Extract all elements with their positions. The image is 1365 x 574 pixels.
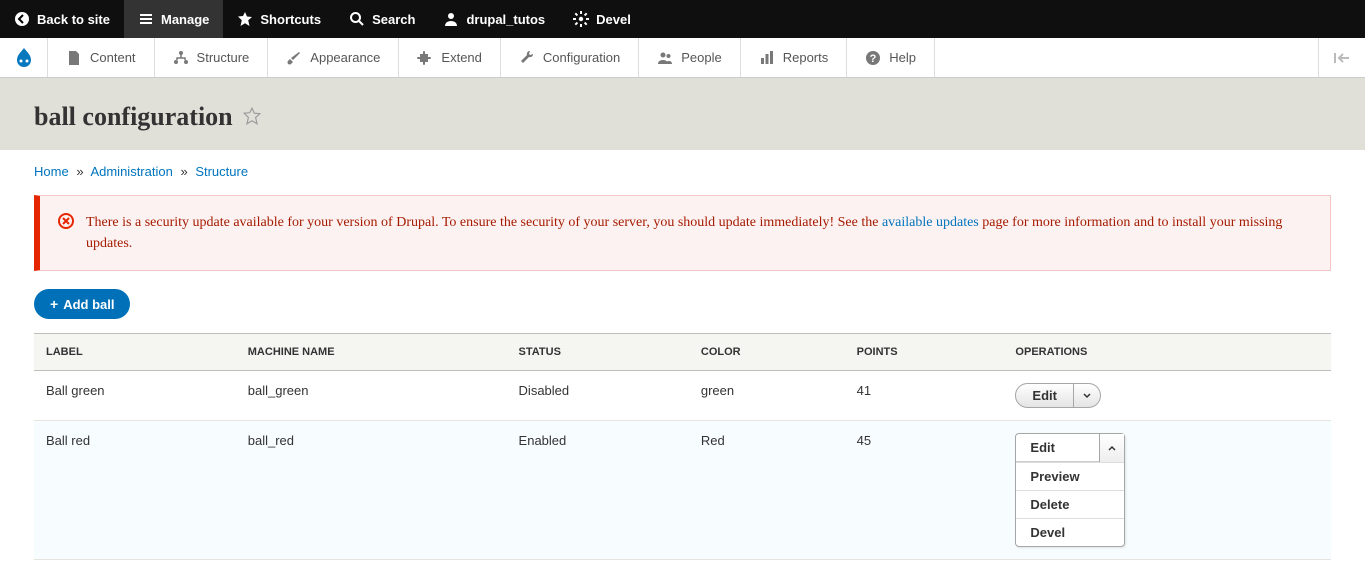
search-label: Search xyxy=(372,12,415,27)
back-icon xyxy=(14,11,30,27)
menu-content[interactable]: Content xyxy=(48,38,155,77)
alert-text: There is a security update available for… xyxy=(86,212,1312,254)
orientation-toggle[interactable] xyxy=(1318,38,1365,77)
devel-menu[interactable]: Devel xyxy=(559,0,645,38)
help-icon: ? xyxy=(865,50,881,66)
star-icon xyxy=(237,11,253,27)
col-label: Label xyxy=(34,334,236,371)
file-icon xyxy=(66,50,82,66)
user-menu[interactable]: drupal_tutos xyxy=(429,0,559,38)
content: Home » Administration » Structure There … xyxy=(0,150,1365,574)
menu-configuration[interactable]: Configuration xyxy=(501,38,639,77)
shortcuts[interactable]: Shortcuts xyxy=(223,0,335,38)
delete-action[interactable]: Delete xyxy=(1016,490,1124,518)
brush-icon xyxy=(286,50,302,66)
menu-people[interactable]: People xyxy=(639,38,740,77)
col-operations: Operations xyxy=(1003,334,1331,371)
operations-dropbutton: Edit xyxy=(1015,383,1101,408)
menu-help[interactable]: ? Help xyxy=(847,38,935,77)
col-status: Status xyxy=(507,334,689,371)
edit-action[interactable]: Edit xyxy=(1016,434,1099,462)
menu-structure[interactable]: Structure xyxy=(155,38,269,77)
admin-menu: Content Structure Appearance Extend Conf… xyxy=(0,38,1365,78)
favorite-toggle[interactable] xyxy=(243,102,261,132)
back-label: Back to site xyxy=(37,12,110,27)
edit-action[interactable]: Edit xyxy=(1016,384,1074,407)
user-label: drupal_tutos xyxy=(466,12,545,27)
svg-text:?: ? xyxy=(870,53,877,65)
breadcrumb-admin[interactable]: Administration xyxy=(90,164,172,179)
available-updates-link[interactable]: available updates xyxy=(882,215,979,230)
col-machine: Machine Name xyxy=(236,334,507,371)
table-row: Ball red ball_red Enabled Red 45 Edit Pr… xyxy=(34,421,1331,560)
menu-reports[interactable]: Reports xyxy=(741,38,848,77)
hierarchy-icon xyxy=(173,50,189,66)
chart-icon xyxy=(759,50,775,66)
dropbutton-toggle[interactable] xyxy=(1099,434,1124,462)
wrench-icon xyxy=(519,50,535,66)
people-icon xyxy=(657,50,673,66)
shortcuts-label: Shortcuts xyxy=(260,12,321,27)
col-points: Points xyxy=(845,334,1004,371)
security-alert: There is a security update available for… xyxy=(34,195,1331,271)
toolbar: Back to site Manage Shortcuts Search dru… xyxy=(0,0,1365,38)
breadcrumb-home[interactable]: Home xyxy=(34,164,69,179)
gear-icon xyxy=(573,11,589,27)
preview-action[interactable]: Preview xyxy=(1016,462,1124,490)
devel-label: Devel xyxy=(596,12,631,27)
hamburger-icon xyxy=(138,11,154,27)
search-icon xyxy=(349,11,365,27)
menu-appearance[interactable]: Appearance xyxy=(268,38,399,77)
manage-label: Manage xyxy=(161,12,209,27)
title-area: ball configuration xyxy=(0,78,1365,150)
dropbutton-toggle[interactable] xyxy=(1074,384,1100,407)
entity-list-table: Label Machine Name Status Color Points O… xyxy=(34,333,1331,560)
back-to-site[interactable]: Back to site xyxy=(0,0,124,38)
operations-dropbutton-open: Edit Preview Delete Devel xyxy=(1015,433,1125,547)
error-icon xyxy=(58,213,74,254)
breadcrumb-structure[interactable]: Structure xyxy=(195,164,248,179)
devel-action[interactable]: Devel xyxy=(1016,518,1124,546)
plus-icon: + xyxy=(50,296,58,312)
col-color: Color xyxy=(689,334,845,371)
table-row: Ball green ball_green Disabled green 41 … xyxy=(34,371,1331,421)
manage-toggle[interactable]: Manage xyxy=(124,0,223,38)
search[interactable]: Search xyxy=(335,0,429,38)
breadcrumb: Home » Administration » Structure xyxy=(34,164,1331,179)
menu-extend[interactable]: Extend xyxy=(399,38,500,77)
add-ball-button[interactable]: + Add ball xyxy=(34,289,130,319)
drupal-logo[interactable] xyxy=(0,38,48,77)
user-icon xyxy=(443,11,459,27)
page-title: ball configuration xyxy=(34,102,1331,132)
puzzle-icon xyxy=(417,50,433,66)
